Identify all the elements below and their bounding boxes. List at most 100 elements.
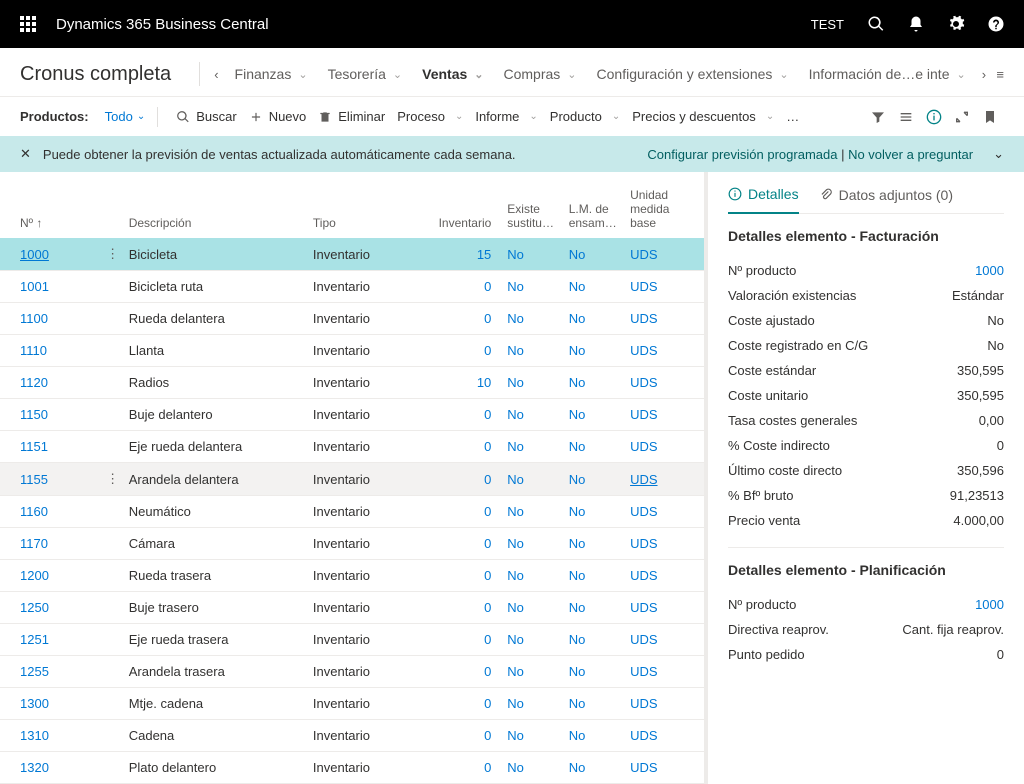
cell-substitute[interactable]: No (507, 439, 524, 454)
cell-bom[interactable]: No (569, 632, 586, 647)
column-header[interactable] (92, 172, 121, 238)
settings-icon[interactable] (936, 0, 976, 48)
cell-substitute[interactable]: No (507, 343, 524, 358)
cell-substitute[interactable]: No (507, 568, 524, 583)
cell-inventory[interactable]: 0 (428, 271, 500, 303)
list-view-icon[interactable] (892, 109, 920, 125)
item-no-link[interactable]: 1200 (20, 568, 49, 583)
cell-uom[interactable]: UDS (630, 343, 657, 358)
table-row[interactable]: 1170CámaraInventario0NoNoUDS (0, 528, 704, 560)
cell-substitute[interactable]: No (507, 536, 524, 551)
cell-inventory[interactable]: 0 (428, 303, 500, 335)
item-no-link[interactable]: 1151 (20, 439, 48, 454)
table-row[interactable]: 1160NeumáticoInventario0NoNoUDS (0, 496, 704, 528)
cell-bom[interactable]: No (569, 696, 586, 711)
column-header[interactable]: Inventario (428, 172, 500, 238)
cell-uom[interactable]: UDS (630, 375, 657, 390)
nav-item-5[interactable]: Información de…e inte (799, 62, 976, 86)
tab-attachments[interactable]: Datos adjuntos (0) (819, 186, 953, 213)
cell-uom[interactable]: UDS (630, 311, 657, 326)
nav-scroll-left[interactable]: ‹ (208, 63, 224, 86)
cell-substitute[interactable]: No (507, 375, 524, 390)
cell-inventory[interactable]: 0 (428, 335, 500, 367)
cell-inventory[interactable]: 15 (428, 238, 500, 271)
cell-uom[interactable]: UDS (630, 728, 657, 743)
cell-substitute[interactable]: No (507, 696, 524, 711)
cell-uom[interactable]: UDS (630, 760, 657, 775)
item-no-link[interactable]: 1170 (20, 536, 48, 551)
cell-bom[interactable]: No (569, 568, 586, 583)
company-name[interactable]: Cronus completa (20, 63, 171, 86)
view-selector[interactable]: Todo (105, 109, 146, 124)
prices-menu[interactable]: Precios y descuentos (626, 105, 780, 128)
cell-inventory[interactable]: 0 (428, 560, 500, 592)
cell-inventory[interactable]: 0 (428, 431, 500, 463)
cell-bom[interactable]: No (569, 728, 586, 743)
cell-inventory[interactable]: 0 (428, 463, 500, 496)
cell-substitute[interactable]: No (507, 728, 524, 743)
cell-bom[interactable]: No (569, 343, 586, 358)
search-icon[interactable] (856, 0, 896, 48)
nav-item-4[interactable]: Configuración y extensiones (587, 62, 799, 86)
column-header[interactable]: Unidad medida base (622, 172, 704, 238)
cell-uom[interactable]: UDS (630, 279, 657, 294)
notif-link-dismiss[interactable]: No volver a preguntar (848, 147, 973, 162)
table-row[interactable]: 1001Bicicleta rutaInventario0NoNoUDS (0, 271, 704, 303)
info-pane-icon[interactable] (920, 109, 948, 125)
table-row[interactable]: 1310CadenaInventario0NoNoUDS (0, 720, 704, 752)
cell-bom[interactable]: No (569, 600, 586, 615)
expand-icon[interactable] (948, 109, 976, 125)
cell-substitute[interactable]: No (507, 279, 524, 294)
cell-inventory[interactable]: 10 (428, 367, 500, 399)
table-row[interactable]: 1251Eje rueda traseraInventario0NoNoUDS (0, 624, 704, 656)
cell-substitute[interactable]: No (507, 472, 524, 487)
table-row[interactable]: 1100Rueda delanteraInventario0NoNoUDS (0, 303, 704, 335)
more-menu-icon[interactable]: ≡ (996, 67, 1004, 82)
nav-item-2[interactable]: Ventas (412, 62, 493, 86)
item-no-link[interactable]: 1001 (20, 279, 49, 294)
bookmark-icon[interactable] (976, 109, 1004, 125)
notif-link-configure[interactable]: Configurar previsión programada (647, 147, 837, 162)
item-no-link[interactable]: 1310 (20, 728, 49, 743)
chevron-down-icon[interactable]: ⌄ (993, 146, 1004, 162)
item-no-link[interactable]: 1320 (20, 760, 49, 775)
item-no-link[interactable]: 1160 (20, 504, 48, 519)
item-no-link[interactable]: 1300 (20, 696, 49, 711)
table-row[interactable]: 1250Buje traseroInventario0NoNoUDS (0, 592, 704, 624)
column-header[interactable]: L.M. de ensam… (561, 172, 622, 238)
item-no-link[interactable]: 1250 (20, 600, 49, 615)
cell-inventory[interactable]: 0 (428, 720, 500, 752)
help-icon[interactable] (976, 0, 1016, 48)
row-menu-icon[interactable]: ⋮ (100, 246, 125, 261)
tab-details[interactable]: Detalles (728, 186, 799, 214)
process-menu[interactable]: Proceso (391, 105, 469, 128)
column-header[interactable]: Descripción (121, 172, 305, 238)
more-actions[interactable]: … (780, 105, 805, 128)
item-no-link[interactable]: 1000 (20, 247, 49, 262)
cell-uom[interactable]: UDS (630, 568, 657, 583)
item-no-link[interactable]: 1100 (20, 311, 48, 326)
cell-uom[interactable]: UDS (630, 536, 657, 551)
cell-substitute[interactable]: No (507, 311, 524, 326)
cell-inventory[interactable]: 0 (428, 592, 500, 624)
search-button[interactable]: Buscar (170, 105, 242, 128)
nav-item-1[interactable]: Tesorería (318, 62, 413, 86)
cell-substitute[interactable]: No (507, 632, 524, 647)
delete-button[interactable]: Eliminar (312, 105, 391, 128)
cell-uom[interactable]: UDS (630, 504, 657, 519)
column-header[interactable]: Tipo (305, 172, 428, 238)
cell-bom[interactable]: No (569, 375, 586, 390)
cell-inventory[interactable]: 0 (428, 528, 500, 560)
cell-bom[interactable]: No (569, 247, 586, 262)
table-row[interactable]: 1151Eje rueda delanteraInventario0NoNoUD… (0, 431, 704, 463)
item-no-link[interactable]: 1255 (20, 664, 49, 679)
cell-substitute[interactable]: No (507, 760, 524, 775)
item-no-link[interactable]: 1110 (20, 343, 47, 358)
cell-bom[interactable]: No (569, 536, 586, 551)
cell-uom[interactable]: UDS (630, 696, 657, 711)
product-menu[interactable]: Producto (544, 105, 626, 128)
cell-bom[interactable]: No (569, 664, 586, 679)
factbox-value[interactable]: 1000 (975, 263, 1004, 278)
cell-bom[interactable]: No (569, 504, 586, 519)
cell-uom[interactable]: UDS (630, 439, 657, 454)
